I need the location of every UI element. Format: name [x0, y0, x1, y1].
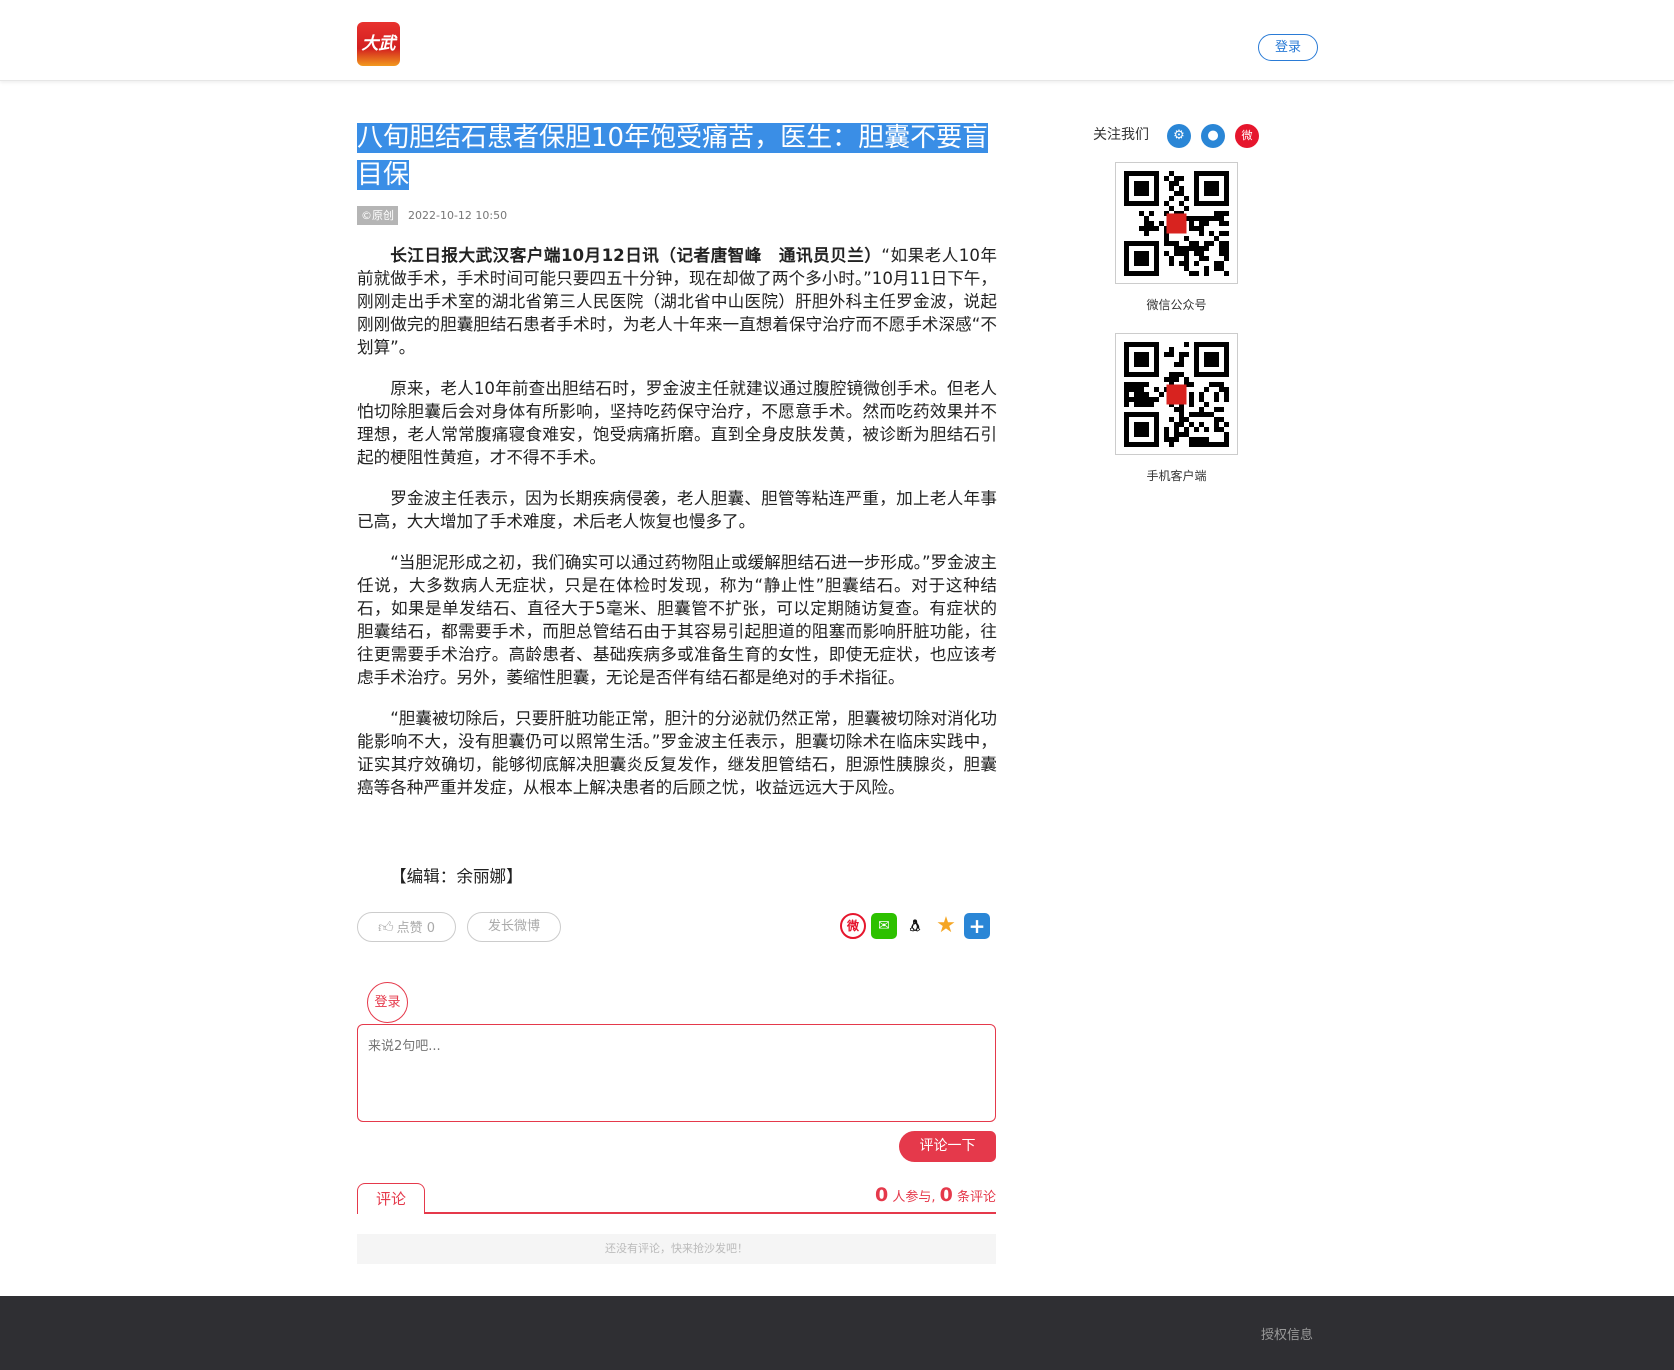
app-qr-caption: 手机客户端 [1146, 469, 1207, 483]
qr-code-image [1124, 342, 1229, 447]
more-icon[interactable]: + [964, 913, 990, 939]
comment-count: 0 [939, 1184, 953, 1206]
wechat-qr-caption: 微信公众号 [1146, 298, 1207, 312]
article-title-text: 八旬胆结石患者保胆10年饱受痛苦，医生：胆囊不要盲目保 [357, 123, 989, 190]
page-footer [0, 1296, 1674, 1370]
wechat-qr-code [1115, 162, 1238, 284]
login-button[interactable]: 登录 [1258, 34, 1318, 61]
qq-icon[interactable]: 🐧︎ [902, 913, 928, 939]
comment-login-avatar[interactable]: 登录 [367, 982, 408, 1023]
thumbs-up-icon: 👍︎ [377, 918, 394, 936]
like-count: 0 [426, 921, 436, 936]
qr-code-image [1124, 171, 1229, 276]
article-meta: ©原创 2022-10-12 10:50 [357, 206, 507, 225]
comment-input[interactable] [357, 1024, 996, 1122]
qzone-icon[interactable]: ★ [933, 913, 959, 939]
publish-time: 2022-10-12 10:50 [408, 209, 508, 222]
license-info-link[interactable]: 授权信息 [1261, 1324, 1313, 1343]
weibo-icon[interactable]: 微 [840, 913, 866, 939]
comment-stats: 0 人参与, 0 条评论 [868, 1184, 996, 1206]
apple-icon[interactable]: ● [1201, 124, 1225, 148]
participant-count: 0 [874, 1184, 889, 1206]
article-paragraph: 原来，老人10年前查出胆结石时，罗金波主任就建议通过腹腔镜微创手术。但老人怕切除… [357, 379, 997, 467]
article-paragraph: “当胆泥形成之初，我们确实可以通过药物阻止或缓解胆结石进一步形成。”罗金波主任说… [357, 553, 997, 687]
tab-comments[interactable]: 评论 [357, 1183, 425, 1214]
comment-count-label: 条评论 [956, 1190, 996, 1205]
article-paragraph: “胆囊被切除后，只要肝脏功能正常，胆汁的分泌就仍然正常，胆囊被切除对消化功能影响… [357, 709, 997, 797]
wechat-icon[interactable]: ✉ [871, 913, 897, 939]
top-header [0, 0, 1674, 81]
follow-us-label: 关注我们 [1093, 127, 1149, 143]
like-button[interactable]: 👍︎ 点赞 0 [357, 912, 456, 942]
like-label: 点赞 [396, 921, 423, 936]
editor-credit: 【编辑：余丽娜】 [390, 867, 523, 886]
app-qr-code [1115, 333, 1238, 455]
weibo-icon[interactable]: 微 [1235, 124, 1259, 148]
long-weibo-button[interactable]: 发长微博 [467, 912, 561, 942]
article-title: 八旬胆结石患者保胆10年饱受痛苦，医生：胆囊不要盲目保 [357, 120, 991, 194]
article-paragraph: 长江日报大武汉客户端10月12日讯（记者唐智峰 通讯员贝兰）“如果老人10年前就… [357, 244, 997, 359]
site-logo[interactable]: 大武汉 [357, 22, 400, 66]
tab-underline [357, 1212, 996, 1214]
submit-comment-button[interactable]: 评论一下 [899, 1131, 996, 1162]
original-badge: ©原创 [357, 206, 398, 225]
empty-comments: 还没有评论，快来抢沙发吧！ [357, 1234, 996, 1264]
article-body: 长江日报大武汉客户端10月12日讯（记者唐智峰 通讯员贝兰）“如果老人10年前就… [357, 244, 997, 817]
lead-dateline: 长江日报大武汉客户端10月12日讯（记者唐智峰 通讯员贝兰） [390, 246, 882, 265]
article-paragraph: 罗金波主任表示，因为长期疾病侵袭，老人胆囊、胆管等粘连严重，加上老人年事已高，大… [357, 489, 997, 531]
participant-label: 人参与, [892, 1190, 936, 1205]
android-icon[interactable]: ⚙ [1167, 124, 1191, 148]
